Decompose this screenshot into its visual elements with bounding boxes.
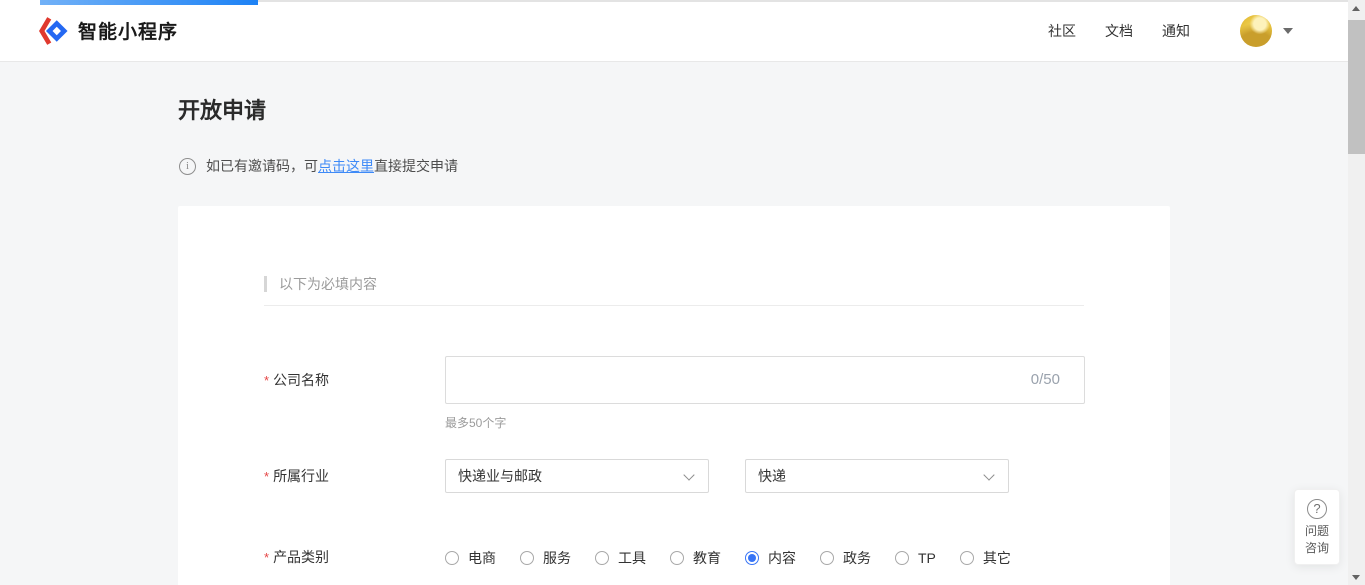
radio-option-6[interactable]: TP [895,550,936,566]
field-hint: 最多50个字 [445,414,1085,431]
field-label-industry: *所属行业 [264,459,445,494]
radio-label: 教育 [693,548,721,568]
notice-prefix: 如已有邀请码，可 [206,158,318,174]
user-menu-caret-icon[interactable] [1283,28,1293,34]
company-name-input[interactable] [445,356,1085,404]
top-header: 智能小程序 社区 文档 通知 [0,0,1348,62]
question-mark-icon: ? [1307,499,1327,519]
input-block-company-name: 0/50 最多50个字 [445,356,1085,431]
radio-label: 服务 [543,548,571,568]
notice-suffix: 直接提交申请 [374,158,458,174]
page-title: 开放申请 [178,93,266,125]
required-asterisk: * [264,550,269,565]
radio-label: 工具 [618,548,646,568]
page-scrollbar[interactable] [1348,0,1365,585]
radio-unselected-icon[interactable] [670,551,684,565]
radio-option-4[interactable]: 内容 [745,548,796,568]
form-row-product-category: *产品类别 电商 服务 工具 教育 内容 政务 TP 其它 [264,547,1084,568]
scrollbar-down-button[interactable] [1348,568,1365,585]
nav-item-2[interactable]: 通知 [1162,21,1190,41]
info-icon: i [179,158,196,175]
brand-logo-link[interactable]: 智能小程序 [38,16,178,46]
smart-program-logo-icon [38,16,68,46]
loading-bar-track [258,0,1348,2]
char-counter: 0/50 [1031,356,1060,404]
radio-option-5[interactable]: 政务 [820,548,871,568]
radio-label: TP [918,550,936,566]
radio-group-product-category: 电商 服务 工具 教育 内容 政务 TP 其它 [445,547,1035,568]
field-label-company-name: *公司名称 [264,356,445,431]
scrollbar-thumb[interactable] [1348,20,1365,154]
application-form-card: 以下为必填内容 *公司名称 0/50 最多50个字 *所属行业快递业与邮政 快递 *产品类… [178,206,1170,585]
radio-label: 电商 [468,548,496,568]
chevron-down-icon [983,469,994,480]
loading-bar [40,0,258,5]
required-asterisk: * [264,469,269,484]
user-avatar[interactable] [1240,15,1272,47]
select-group-industry: 快递业与邮政 快递 [445,459,1009,494]
radio-option-0[interactable]: 电商 [445,548,496,568]
radio-option-3[interactable]: 教育 [670,548,721,568]
scroll-down-arrow-icon [1352,575,1360,580]
required-asterisk: * [264,373,269,388]
radio-unselected-icon[interactable] [445,551,459,565]
radio-unselected-icon[interactable] [895,551,909,565]
form-row-company-name: *公司名称 0/50 最多50个字 [264,356,1084,431]
radio-label: 政务 [843,548,871,568]
radio-unselected-icon[interactable] [595,551,609,565]
radio-option-7[interactable]: 其它 [960,548,1011,568]
chevron-down-icon [683,469,694,480]
section-divider [264,305,1084,306]
radio-label: 其它 [983,548,1011,568]
radio-label: 内容 [768,548,796,568]
industry-secondary-select[interactable]: 快递 [745,459,1009,493]
invite-code-notice: i 如已有邀请码，可点击这里直接提交申请 [179,156,458,176]
nav-item-0[interactable]: 社区 [1048,21,1076,41]
radio-unselected-icon[interactable] [820,551,834,565]
radio-selected-icon[interactable] [745,551,759,565]
scrollbar-up-button[interactable] [1348,0,1365,17]
question-consult-button[interactable]: ? 问题 咨询 [1294,489,1340,565]
radio-option-1[interactable]: 服务 [520,548,571,568]
select-value: 快递业与邮政 [458,468,542,484]
radio-unselected-icon[interactable] [960,551,974,565]
consult-label: 问题 咨询 [1305,523,1329,557]
brand-name: 智能小程序 [78,17,178,44]
click-here-link[interactable]: 点击这里 [318,158,374,174]
header-nav: 社区 文档 通知 [1048,21,1190,41]
nav-item-1[interactable]: 文档 [1105,21,1133,41]
industry-primary-select[interactable]: 快递业与邮政 [445,459,709,493]
select-value: 快递 [758,468,786,484]
radio-unselected-icon[interactable] [520,551,534,565]
radio-option-2[interactable]: 工具 [595,548,646,568]
required-section-title: 以下为必填内容 [264,276,377,292]
form-row-industry: *所属行业快递业与邮政 快递 [264,459,1084,494]
scroll-up-arrow-icon [1352,6,1360,11]
field-label-product-category: *产品类别 [264,547,445,568]
